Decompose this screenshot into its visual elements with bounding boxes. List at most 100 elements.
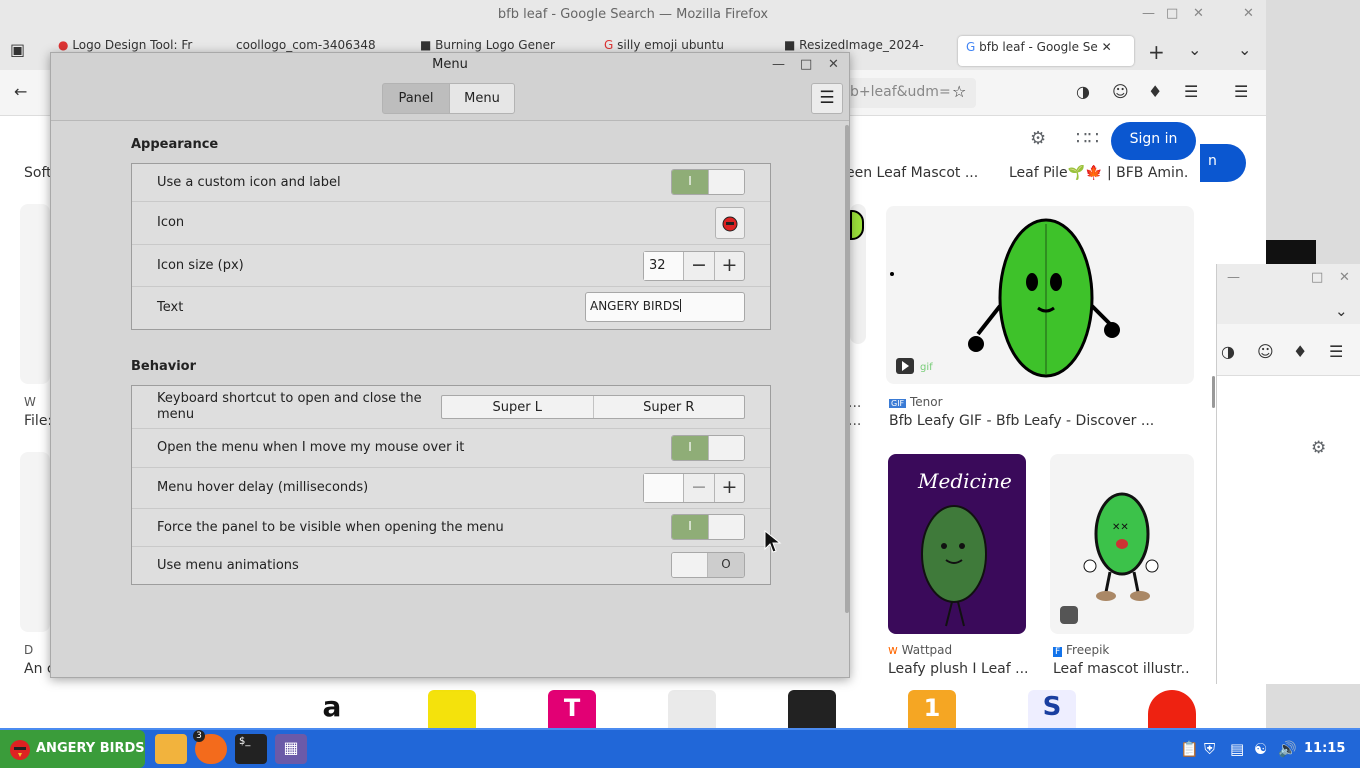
icon-size-value[interactable]: 32	[644, 252, 684, 280]
result-thumbnail-freepik[interactable]: ✕✕	[1050, 454, 1194, 634]
maximize-icon[interactable]: □	[800, 57, 812, 72]
result-caption[interactable]: Leaf Pile🌱🍁 | BFB Amin...	[1009, 165, 1189, 181]
close-icon[interactable]: ✕	[828, 57, 839, 72]
result-thumbnail[interactable]	[20, 452, 50, 632]
result-thumbnail-bfb-leafy[interactable]: gif	[886, 206, 1194, 384]
switch-on-mark: I	[672, 436, 708, 460]
page-scrollbar[interactable]	[1212, 376, 1215, 408]
dialog-scrollbar[interactable]	[845, 125, 849, 613]
result-source: D	[24, 643, 34, 657]
roblox-icon[interactable]	[668, 690, 716, 728]
app-grid-icon[interactable]: ▦	[275, 734, 307, 764]
account-icon[interactable]: ☺	[1257, 342, 1274, 361]
menu-settings-dialog: Menu — □ ✕ Panel Menu ☰ Appearance Use a…	[50, 52, 850, 678]
one-app-icon[interactable]: 1	[908, 690, 956, 728]
result-caption[interactable]: An c	[24, 661, 50, 677]
icon-size-stepper[interactable]: 32 − +	[643, 251, 745, 281]
result-caption[interactable]: Soft	[24, 165, 50, 181]
pocket-icon[interactable]: ◑	[1076, 82, 1090, 101]
hover-delay-label: Menu hover delay (milliseconds)	[157, 480, 369, 495]
result-thumbnail[interactable]	[20, 204, 50, 384]
animations-toggle[interactable]: O	[671, 552, 745, 578]
close-icon[interactable]: ✕	[1243, 6, 1254, 21]
hover-open-row: Open the menu when I move my mouse over …	[132, 429, 770, 468]
close-tab-icon[interactable]: ✕	[1102, 40, 1112, 54]
account-icon[interactable]: ☺	[1112, 82, 1129, 101]
menu-icon[interactable]: ☰	[1329, 342, 1343, 361]
amazon-icon[interactable]: a	[308, 690, 356, 728]
hamburger-menu-icon[interactable]: ☰	[811, 83, 843, 114]
shortcut-key-1[interactable]: Super L	[442, 396, 593, 418]
chevron-down-icon[interactable]: ⌄	[1335, 302, 1348, 320]
terminal-icon[interactable]: $_	[235, 734, 267, 764]
shield-icon[interactable]: ⛨	[1204, 740, 1215, 758]
force-panel-row: Force the panel to be visible when openi…	[132, 509, 770, 547]
icon-chooser-button[interactable]	[715, 207, 745, 239]
firefox-icon[interactable]: 3	[193, 730, 227, 764]
decrement-button[interactable]: −	[684, 252, 714, 280]
chevron-down-icon[interactable]: ⌄	[1238, 40, 1251, 59]
minimize-icon[interactable]: —	[772, 57, 785, 72]
close-icon[interactable]: ✕	[1193, 6, 1204, 21]
signin-button[interactable]: Sign in	[1111, 122, 1196, 160]
hover-delay-stepper[interactable]: − +	[643, 473, 745, 503]
settings-gear-icon[interactable]: ⚙	[1030, 128, 1046, 149]
close-icon[interactable]: ✕	[1339, 270, 1350, 285]
custom-icon-toggle[interactable]: I	[671, 169, 745, 195]
force-panel-toggle[interactable]: I	[671, 514, 745, 540]
menu-icon[interactable]: ☰	[1234, 82, 1248, 101]
apps-grid-icon[interactable]: ∷∷	[1076, 128, 1099, 149]
tab-panel[interactable]: Panel	[382, 83, 450, 114]
google-g-icon: G	[604, 38, 614, 52]
result-caption[interactable]: Leaf mascot illustr...	[1053, 661, 1189, 677]
chevron-down-icon[interactable]: ⌄	[1188, 40, 1201, 59]
clipboard-icon[interactable]: 📋	[1180, 740, 1199, 758]
tab-overview-icon[interactable]: ▣	[10, 40, 25, 59]
hover-open-toggle[interactable]: I	[671, 435, 745, 461]
minimize-icon[interactable]: —	[1142, 6, 1155, 21]
mouse-pointer-icon	[764, 530, 782, 553]
files-folder-icon[interactable]	[155, 734, 187, 764]
update-icon[interactable]: ▤	[1230, 740, 1244, 758]
shortcut-key-2[interactable]: Super R	[592, 396, 745, 418]
start-menu-button[interactable]: ANGERY BIRDS	[0, 730, 145, 768]
tab-menu[interactable]: Menu	[449, 83, 515, 114]
increment-button[interactable]: +	[714, 252, 744, 280]
network-icon[interactable]: ☯	[1254, 740, 1267, 758]
bookmark-star-icon[interactable]: ☆	[952, 82, 966, 101]
result-thumbnail-medicine[interactable]: Medicine	[888, 454, 1026, 634]
text-field[interactable]: ANGERY BIRDS	[585, 292, 745, 322]
volume-icon[interactable]: 🔊	[1278, 740, 1297, 758]
settings-gear-icon[interactable]: ⚙	[1311, 438, 1326, 458]
custom-icon-label: Use a custom icon and label	[157, 175, 341, 190]
extensions-icon[interactable]: ♦	[1293, 342, 1307, 361]
icon-size-row: Icon size (px) 32 − +	[132, 245, 770, 287]
result-caption[interactable]: File:	[24, 413, 50, 429]
tab-bfb-leaf[interactable]: G bfb leaf - Google Se ✕	[958, 36, 1134, 66]
tab-favicon-icon: ●	[58, 38, 69, 52]
increment-button[interactable]: +	[714, 474, 744, 502]
sneaker-app-icon[interactable]	[788, 690, 836, 728]
s-app-icon[interactable]: S	[1028, 690, 1076, 728]
result-caption[interactable]: Bfb Leafy GIF - Bfb Leafy - Discover ...	[889, 413, 1189, 429]
arrow-app-icon[interactable]	[428, 690, 476, 728]
new-tab-icon[interactable]: +	[1148, 40, 1165, 64]
leaf-mascot-image: ✕✕	[1060, 492, 1159, 624]
decrement-button[interactable]: −	[684, 474, 714, 502]
telekom-icon[interactable]: T	[548, 690, 596, 728]
result-thumbnail[interactable]	[850, 204, 866, 344]
minimize-icon[interactable]: —	[1227, 270, 1240, 285]
maximize-icon[interactable]: □	[1311, 270, 1323, 285]
pocket-icon[interactable]: ◑	[1221, 342, 1235, 361]
result-caption[interactable]: Leafy plush I Leaf ...	[888, 661, 1028, 677]
maximize-icon[interactable]: □	[1166, 6, 1178, 21]
extensions-icon[interactable]: ♦	[1148, 82, 1162, 101]
back-arrow-icon[interactable]: ←	[14, 82, 27, 101]
result-caption[interactable]: een Leaf Mascot ...	[846, 165, 986, 181]
clock[interactable]: 11:15	[1304, 741, 1345, 756]
hover-delay-value[interactable]	[644, 474, 684, 502]
taskbar: ANGERY BIRDS 3 $_ ▦ 📋 ⛨ ▤ ☯ 🔊 11:15	[0, 728, 1360, 768]
menu-icon[interactable]: ☰	[1184, 82, 1198, 101]
signin-button-ghost[interactable]: n	[1200, 144, 1246, 182]
tab-favicon-icon: ■	[420, 38, 432, 52]
